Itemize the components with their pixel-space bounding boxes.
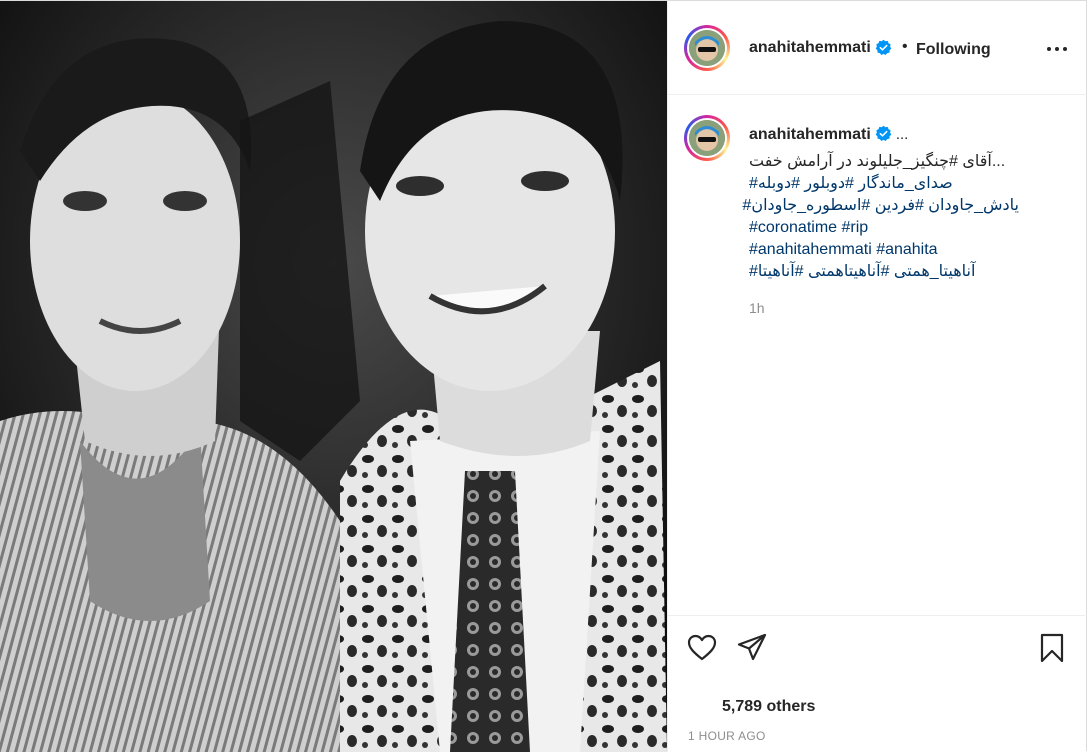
caption-hashtag-line[interactable]: صدای_ماندگار #دوبلور #دوبله#: [749, 173, 1019, 195]
avatar-image: [689, 120, 725, 156]
caption-comment: anahitahemmati... ...آقای #چنگیز_جلیلوند…: [668, 95, 1087, 615]
action-bar: [668, 615, 1087, 685]
caption-hashtag-line[interactable]: آناهیتا_همتی #آناهیتاهمتی #آناهیتا#: [749, 261, 1019, 283]
post-timestamp[interactable]: 1 HOUR AGO: [688, 729, 766, 743]
caption-ellipsis: ...: [895, 126, 909, 143]
caption-username[interactable]: anahitahemmati: [749, 126, 871, 143]
avatar-image: [689, 30, 725, 66]
caption-line: ...آقای #چنگیز_جلیلوند در آرامش خفت: [749, 153, 1006, 170]
post-sidebar: anahitahemmati • Following anahitahemmat: [667, 1, 1087, 752]
header-username[interactable]: anahitahemmati: [749, 39, 871, 57]
following-button[interactable]: Following: [916, 41, 991, 59]
caption-relative-time[interactable]: 1h: [749, 300, 765, 316]
paper-plane-icon[interactable]: [736, 632, 768, 664]
bookmark-icon[interactable]: [1036, 632, 1068, 664]
heart-icon[interactable]: [686, 632, 718, 664]
post-photo-image: [0, 1, 667, 752]
caption-avatar[interactable]: [684, 115, 730, 161]
post-header: anahitahemmati • Following: [668, 1, 1087, 95]
header-avatar[interactable]: [684, 25, 730, 71]
caption-hashtag-line[interactable]: یادش_جاودان #فردین #اسطوره_جاودان#: [742, 195, 1019, 217]
instagram-post: anahitahemmati • Following anahitahemmat: [0, 0, 1087, 752]
verified-badge-icon: [875, 39, 892, 56]
post-photo[interactable]: [0, 1, 667, 752]
separator-dot: •: [902, 38, 908, 55]
caption-hashtag-line[interactable]: #coronatime #rip: [749, 217, 1019, 239]
likes-count[interactable]: 5,789 others: [722, 698, 815, 716]
caption-text: ...آقای #چنگیز_جلیلوند در آرامش خفت صدای…: [742, 151, 1019, 283]
verified-badge-icon: [875, 125, 892, 142]
caption-header: anahitahemmati...: [749, 125, 908, 144]
caption-hashtag-line[interactable]: #anahitahemmati #anahita: [749, 239, 1019, 261]
more-options-icon[interactable]: [1045, 39, 1069, 59]
